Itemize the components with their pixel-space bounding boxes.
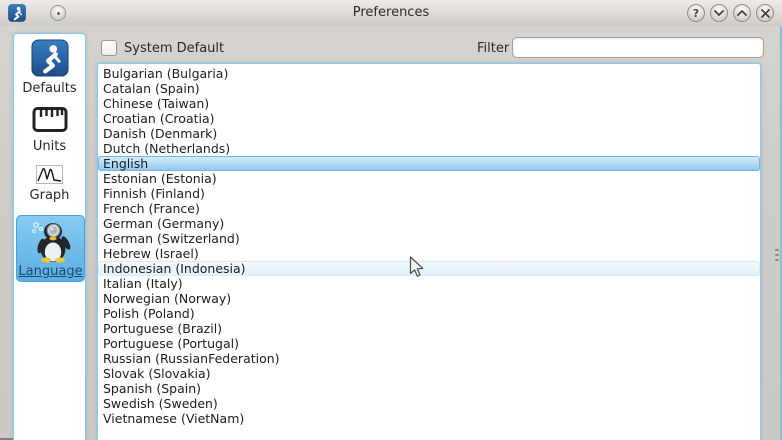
language-list-item[interactable]: Croatian (Croatia) xyxy=(98,111,760,126)
sidebar: Defaults Units Graph xyxy=(13,33,86,440)
language-list-item[interactable]: Portuguese (Portugal) xyxy=(98,336,760,351)
chevron-down-icon xyxy=(714,10,724,16)
sidebar-item-label: Language xyxy=(18,264,82,279)
language-list-item[interactable]: Polish (Poland) xyxy=(98,306,760,321)
maximize-button[interactable] xyxy=(733,4,751,22)
titlebar: Preferences ? xyxy=(0,0,782,26)
language-list-item[interactable]: Italian (Italy) xyxy=(98,276,760,291)
window-title: Preferences xyxy=(0,0,782,26)
language-list-item[interactable]: Russian (RussianFederation) xyxy=(98,351,760,366)
language-list-item[interactable]: Catalan (Spain) xyxy=(98,81,760,96)
filter-input[interactable] xyxy=(512,37,764,58)
language-list[interactable]: Bulgarian (Bulgaria)Catalan (Spain)Chine… xyxy=(97,63,761,440)
help-button[interactable]: ? xyxy=(687,4,705,22)
filter-label: Filter xyxy=(477,41,509,56)
sidebar-item-graph[interactable]: Graph xyxy=(14,165,85,203)
language-list-item[interactable]: Dutch (Netherlands) xyxy=(98,141,760,156)
language-list-item[interactable]: Finnish (Finland) xyxy=(98,186,760,201)
language-list-item[interactable]: Estonian (Estonia) xyxy=(98,171,760,186)
question-mark-icon: ? xyxy=(693,7,699,20)
splitter-grip[interactable] xyxy=(775,249,779,261)
language-list-item[interactable]: Norwegian (Norway) xyxy=(98,291,760,306)
sidebar-item-units[interactable]: Units xyxy=(14,106,85,154)
language-list-item[interactable]: Danish (Denmark) xyxy=(98,126,760,141)
language-list-item[interactable]: German (Switzerland) xyxy=(98,231,760,246)
sidebar-item-language[interactable]: Language xyxy=(16,215,85,282)
language-list-item[interactable]: Indonesian (Indonesia) xyxy=(98,261,760,276)
language-list-item[interactable]: Slovak (Slovakia) xyxy=(98,366,760,381)
language-list-item[interactable]: Bulgarian (Bulgaria) xyxy=(98,66,760,81)
ruler-icon xyxy=(32,106,68,133)
language-list-item[interactable]: Portuguese (Brazil) xyxy=(98,321,760,336)
language-list-item[interactable]: Spanish (Spain) xyxy=(98,381,760,396)
language-list-item[interactable]: Hebrew (Israel) xyxy=(98,246,760,261)
sidebar-item-label: Units xyxy=(33,139,66,154)
sidebar-item-label: Graph xyxy=(30,188,70,203)
language-list-item[interactable]: French (France) xyxy=(98,201,760,216)
system-default-label: System Default xyxy=(124,41,224,56)
language-list-item[interactable]: English xyxy=(98,156,760,171)
close-icon xyxy=(761,9,770,18)
shade-button[interactable] xyxy=(710,4,728,22)
close-button[interactable] xyxy=(756,4,774,22)
graph-icon xyxy=(36,165,63,184)
system-default-checkbox[interactable] xyxy=(101,40,117,56)
diver-icon xyxy=(31,39,69,77)
penguin-icon xyxy=(29,219,73,263)
titlebar-buttons: ? xyxy=(687,4,774,22)
language-list-item[interactable]: Vietnamese (VietNam) xyxy=(98,411,760,426)
chevron-up-icon xyxy=(737,10,747,16)
language-list-item[interactable]: Swedish (Sweden) xyxy=(98,396,760,411)
language-list-item[interactable]: Chinese (Taiwan) xyxy=(98,96,760,111)
sidebar-item-label: Defaults xyxy=(22,81,76,96)
sidebar-item-defaults[interactable]: Defaults xyxy=(14,39,85,96)
language-list-item[interactable]: German (Germany) xyxy=(98,216,760,231)
